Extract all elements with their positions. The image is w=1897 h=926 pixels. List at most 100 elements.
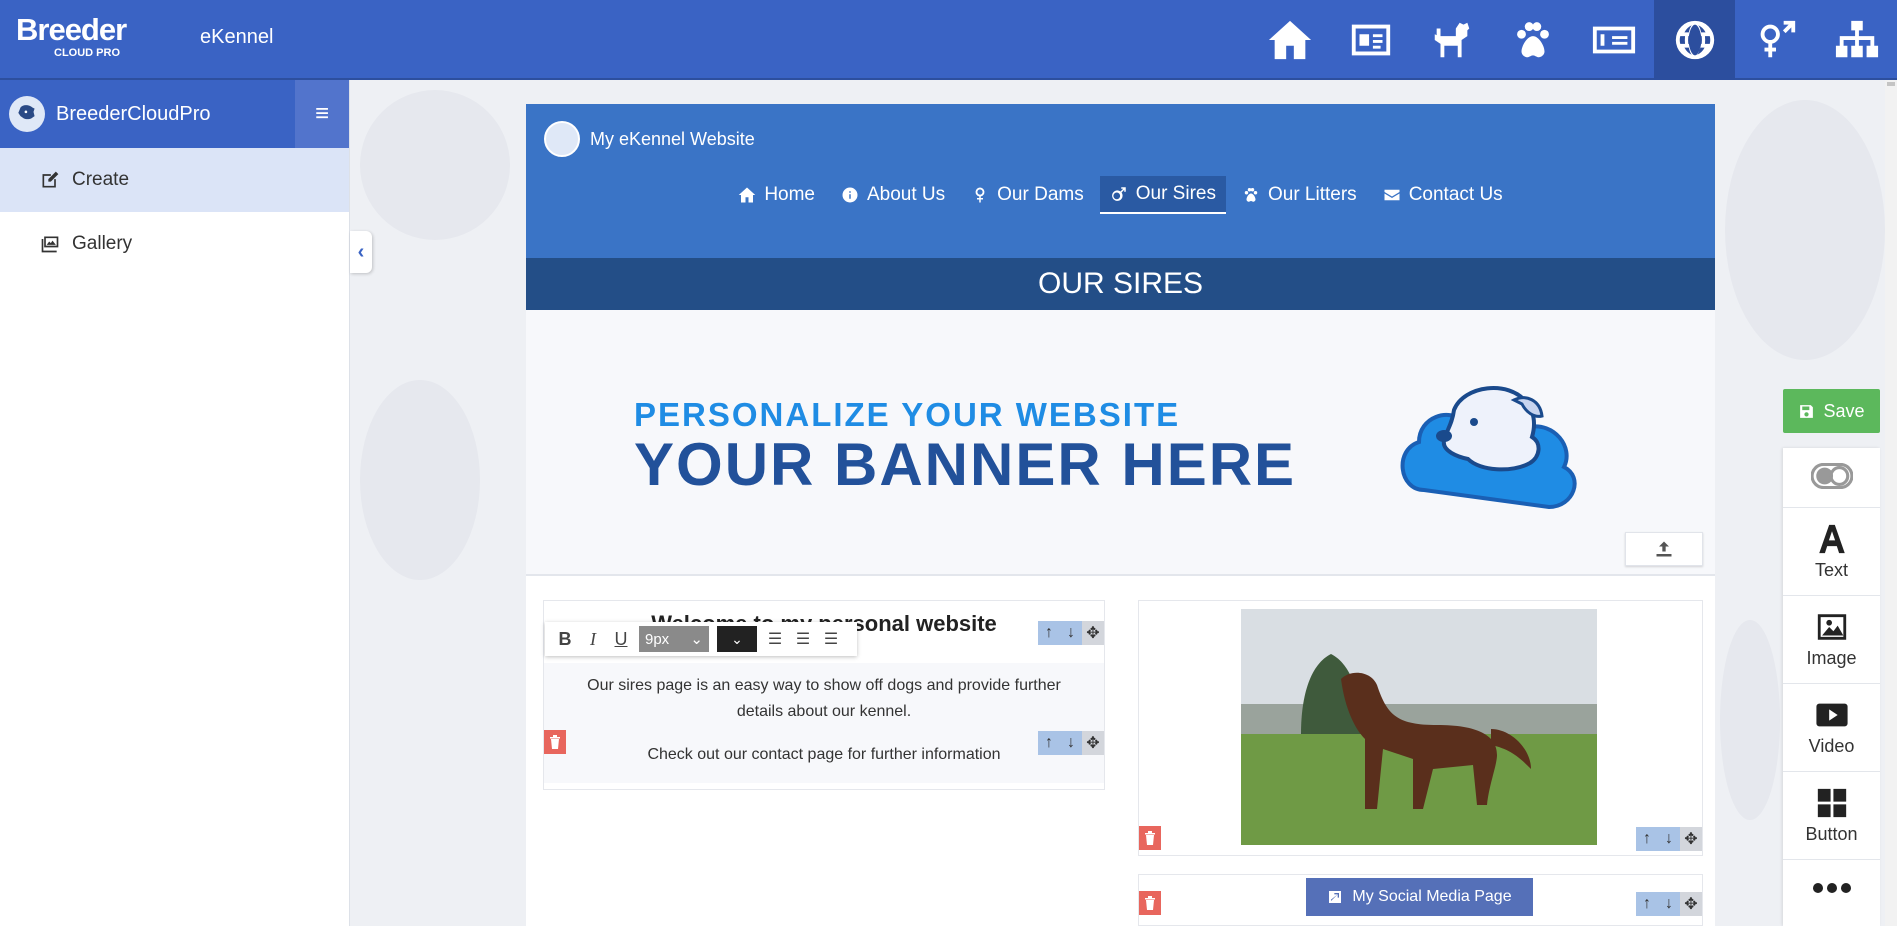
site-nav-litters[interactable]: Our Litters [1232,176,1367,214]
dog-logo-icon [18,105,35,120]
tool-toggle[interactable] [1783,448,1880,508]
brand-logo[interactable]: Breeder CLOUD PRO [16,14,127,60]
home-icon [1268,20,1311,60]
underline-button[interactable]: U [611,629,631,650]
move-up-icon[interactable]: ↑ [1038,621,1060,645]
font-size-select[interactable]: 9px ⌄ [639,626,709,652]
more-icon [1812,883,1851,893]
drag-handle-icon[interactable]: ✥ [1680,892,1702,916]
site-nav-about[interactable]: About Us [831,176,955,214]
sidebar-item-create[interactable]: Create [0,148,349,212]
bold-button[interactable]: B [555,629,575,650]
tool-label: Image [1806,648,1857,668]
sidebar-title: BreederCloudPro [56,102,211,125]
drag-handle-icon[interactable]: ✥ [1680,827,1702,851]
block-controls: ↑ ↓ ✥ [1636,827,1702,851]
tool-text[interactable]: Text [1783,508,1880,596]
block-controls: ↑ ↓ ✥ [1038,621,1104,645]
tool-video[interactable]: Video [1783,684,1880,772]
move-up-icon[interactable]: ↑ [1038,731,1060,755]
top-bar: Breeder CLOUD PRO eKennel [0,0,1897,80]
dog-photo[interactable] [1241,609,1597,845]
nav-website[interactable] [1654,0,1735,80]
scrollbar-thumb[interactable] [1887,82,1895,86]
move-up-icon[interactable]: ↑ [1636,892,1658,916]
collapse-sidebar-button[interactable]: ‹ [350,231,372,273]
tool-label: Text [1814,560,1848,580]
nav-finance[interactable] [1573,0,1654,80]
upload-icon [1656,541,1672,557]
background-shape [1725,100,1885,360]
edit-icon [42,171,59,188]
menu-toggle-button[interactable]: ≡ [295,80,349,148]
sidebar-item-label: Create [72,169,130,190]
save-label: Save [1823,400,1865,421]
drag-handle-icon[interactable]: ✥ [1082,621,1104,645]
paragraph-editor[interactable]: Our sires page is an easy way to show of… [544,663,1104,783]
sidebar-item-gallery[interactable]: Gallery [0,212,349,276]
move-down-icon[interactable]: ↓ [1658,892,1680,916]
nav-animals[interactable] [1492,0,1573,80]
text-color-select[interactable]: ⌄ [717,626,757,652]
site-nav-home[interactable]: Home [728,176,825,214]
trash-icon [1145,831,1155,845]
hamburger-icon: ≡ [314,100,329,127]
dog-icon [1434,22,1469,58]
site-nav-label: About Us [867,184,946,205]
nav-contacts[interactable] [1330,0,1411,80]
site-nav-dams[interactable]: Our Dams [961,176,1094,214]
move-down-icon[interactable]: ↓ [1060,731,1082,755]
video-icon [1815,703,1848,727]
delete-block-button[interactable] [1139,891,1161,915]
align-center-button[interactable]: ☰ [793,629,813,649]
app-name: eKennel [200,26,274,48]
chevron-left-icon: ‹ [357,240,365,263]
site-nav-label: Contact Us [1408,184,1503,205]
banner-line2: YOUR BANNER HERE [634,431,1297,498]
paragraph-2: Check out our contact page for further i… [647,746,1001,763]
move-down-icon[interactable]: ↓ [1060,621,1082,645]
align-left-button[interactable]: ☰ [765,629,785,649]
photo-content [1241,609,1597,845]
delete-block-button[interactable] [1139,826,1161,850]
site-nav: Home About Us Our Dams Our Sires Our Lit… [526,176,1715,214]
background-shape [360,90,510,240]
page-title: OUR SIRES [526,258,1715,310]
move-down-icon[interactable]: ↓ [1658,827,1680,851]
envelope-icon [1384,189,1400,201]
button-block[interactable]: My Social Media Page ↑ ↓ ✥ [1138,874,1703,926]
info-icon [842,187,858,203]
tool-image[interactable]: Image [1783,596,1880,684]
upload-banner-button[interactable] [1625,532,1703,566]
gallery-icon [41,236,59,253]
italic-button[interactable]: I [583,629,603,650]
social-media-button[interactable]: My Social Media Page [1306,878,1533,916]
tool-more[interactable] [1783,860,1880,920]
save-button[interactable]: Save [1783,389,1880,433]
align-right-button[interactable]: ☰ [821,629,841,649]
nav-home[interactable] [1249,0,1330,80]
trash-icon [1145,896,1155,910]
globe-icon [1675,20,1714,60]
paragraph-1: Our sires page is an easy way to show of… [587,677,1061,720]
delete-block-button[interactable] [544,730,566,754]
social-media-label: My Social Media Page [1352,888,1512,905]
element-toolbox: Text Image Video Button [1783,448,1880,926]
scrollbar[interactable] [1885,80,1897,926]
male-icon [1111,187,1126,201]
move-up-icon[interactable]: ↑ [1636,827,1658,851]
nav-breeding[interactable] [1735,0,1816,80]
site-nav-sires[interactable]: Our Sires [1099,176,1226,214]
nav-pedigree[interactable] [1816,0,1897,80]
text-block[interactable]: Welcome to my personal website B I U 9px… [543,600,1105,790]
site-nav-contact[interactable]: Contact Us [1373,176,1513,214]
image-block[interactable]: ↑ ↓ ✥ [1138,600,1703,856]
female-icon [975,187,985,203]
site-nav-label: Our Dams [997,184,1084,205]
tool-button[interactable]: Button [1783,772,1880,860]
block-controls: ↑ ↓ ✥ [1038,731,1104,755]
nav-dogs[interactable] [1411,0,1492,80]
trash-icon [550,735,560,749]
external-link-icon [1329,891,1342,903]
drag-handle-icon[interactable]: ✥ [1082,731,1104,755]
